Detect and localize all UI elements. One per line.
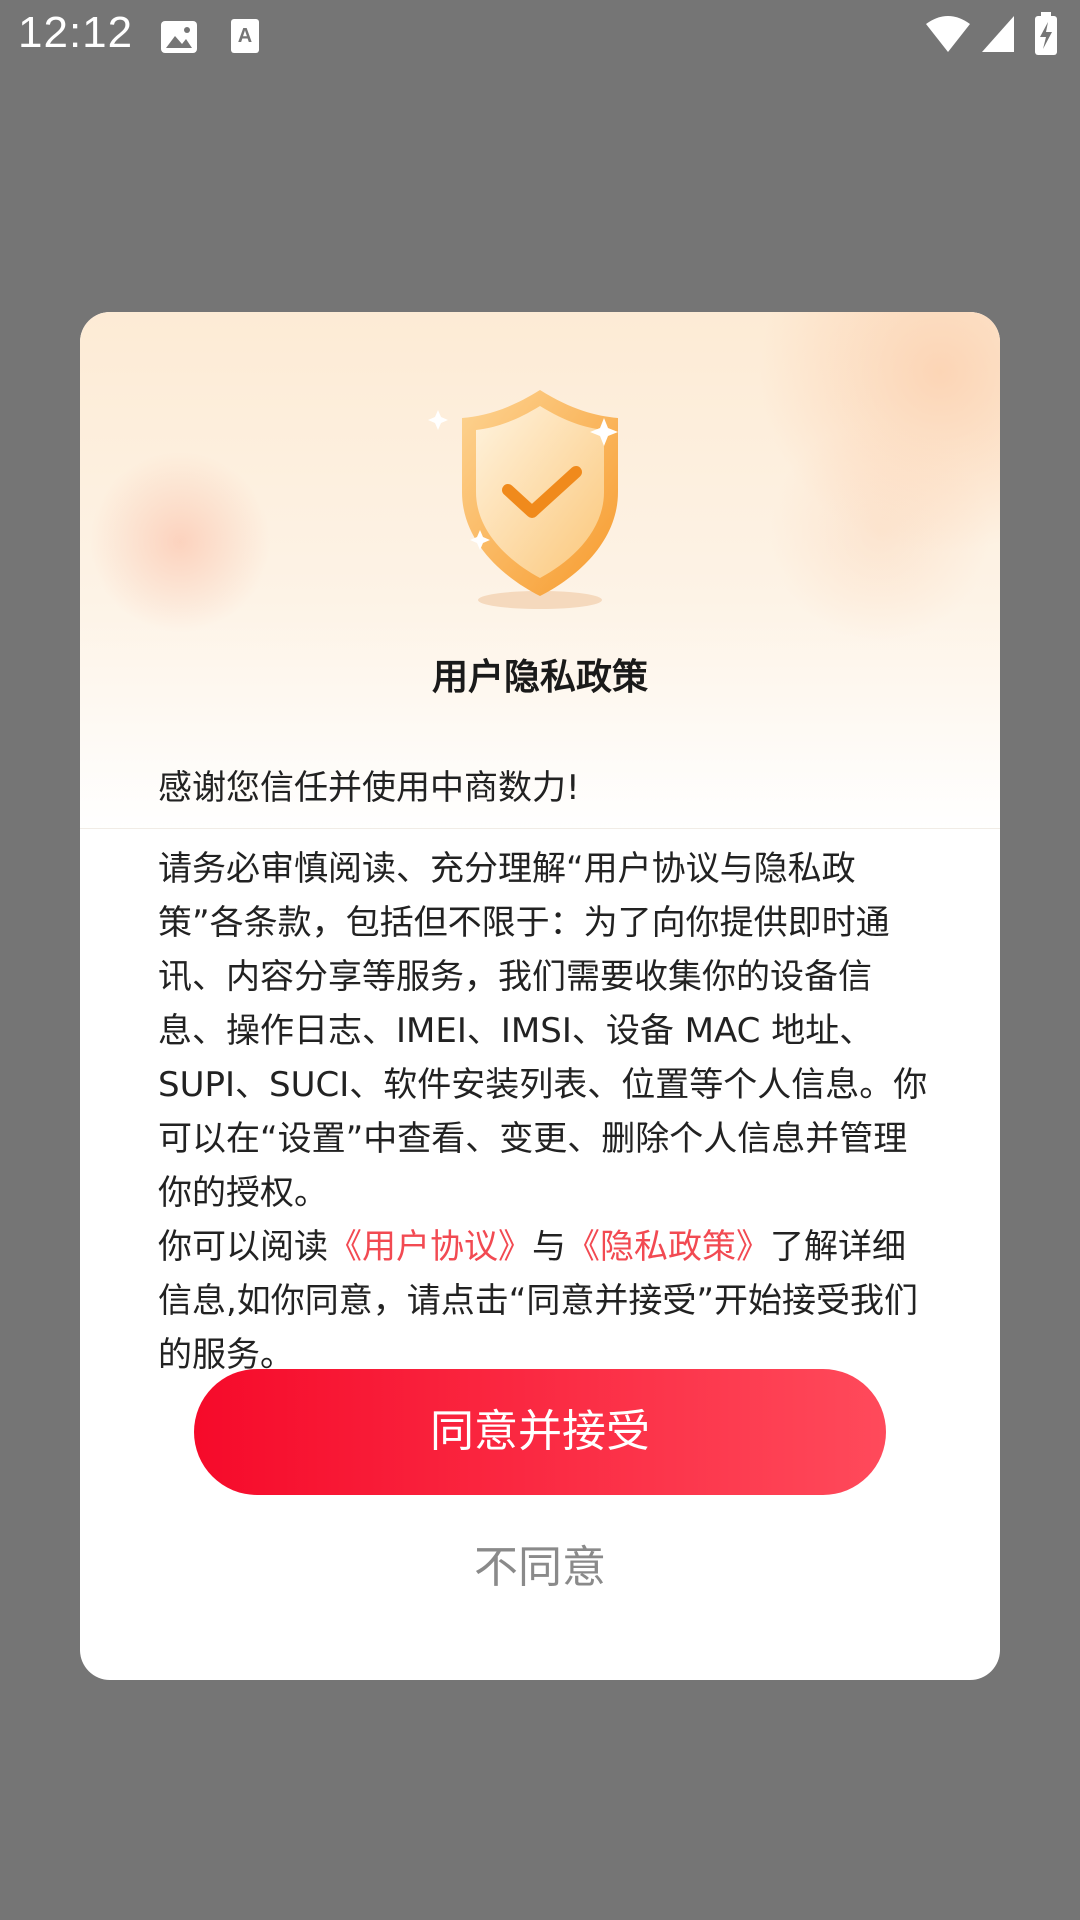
cell-signal-icon	[982, 16, 1014, 52]
policy-paragraph-1: 请务必审慎阅读、充分理解“用户协议与隐私政策”各条款，包括但不限于：为了向你提供…	[158, 849, 928, 1213]
divider	[80, 828, 1000, 829]
policy-paragraph-2: 你可以阅读《用户协议》与《隐私政策》了解详细信息,如你同意，请点击“同意并接受”…	[158, 1220, 928, 1380]
privacy-dialog: 用户隐私政策 感谢您信任并使用中商数力! 请务必审慎阅读、充分理解“用户协议与隐…	[80, 312, 1000, 1680]
agree-button[interactable]: 同意并接受	[194, 1369, 886, 1495]
status-bar: 12:12 A	[0, 0, 1080, 72]
decline-button[interactable]: 不同意	[340, 1528, 740, 1608]
battery-charging-icon	[1035, 12, 1057, 55]
svg-text:A: A	[238, 25, 252, 47]
paragraph-2-and: 与	[532, 1227, 566, 1267]
status-time: 12:12	[18, 8, 134, 57]
text-icon: A	[231, 19, 259, 53]
privacy-policy-link[interactable]: 《隐私政策》	[566, 1227, 770, 1267]
thanks-text: 感谢您信任并使用中商数力!	[158, 768, 580, 808]
wifi-icon	[926, 16, 970, 52]
shield-check-icon	[428, 390, 618, 609]
user-agreement-link[interactable]: 《用户协议》	[328, 1227, 532, 1267]
policy-text-scroll[interactable]: 请务必审慎阅读、充分理解“用户协议与隐私政策”各条款，包括但不限于：为了向你提供…	[158, 842, 928, 1380]
image-icon	[161, 21, 197, 53]
paragraph-2-prefix: 你可以阅读	[158, 1227, 328, 1267]
dialog-title: 用户隐私政策	[431, 657, 648, 698]
